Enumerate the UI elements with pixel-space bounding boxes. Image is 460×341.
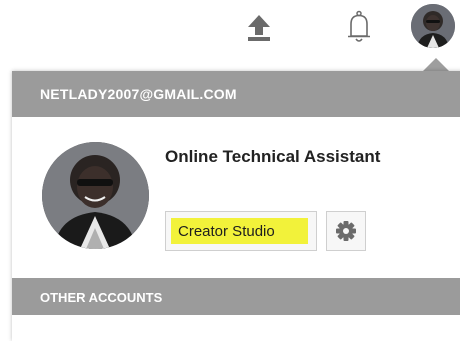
gear-icon <box>336 221 356 241</box>
email-header: NETLADY2007@GMAIL.COM <box>12 71 460 117</box>
profile-avatar <box>42 142 149 249</box>
creator-studio-button[interactable]: Creator Studio <box>165 211 317 251</box>
upload-icon <box>248 15 270 41</box>
notifications-button[interactable] <box>346 10 372 44</box>
other-accounts-header: OTHER ACCOUNTS <box>12 278 460 315</box>
top-header <box>0 0 460 62</box>
profile-avatar-image <box>42 142 149 249</box>
other-accounts-label: OTHER ACCOUNTS <box>40 290 163 305</box>
dropdown-caret <box>422 58 450 72</box>
account-avatar-button[interactable] <box>411 4 455 48</box>
account-dropdown-panel: NETLADY2007@GMAIL.COM Online Technical A… <box>12 71 460 341</box>
bell-icon <box>348 10 370 42</box>
upload-button[interactable] <box>246 14 272 42</box>
account-name: Online Technical Assistant <box>165 147 381 166</box>
user-avatar <box>411 4 455 48</box>
account-email: NETLADY2007@GMAIL.COM <box>40 86 237 102</box>
settings-button[interactable] <box>326 211 366 251</box>
creator-studio-label: Creator Studio <box>178 223 275 240</box>
